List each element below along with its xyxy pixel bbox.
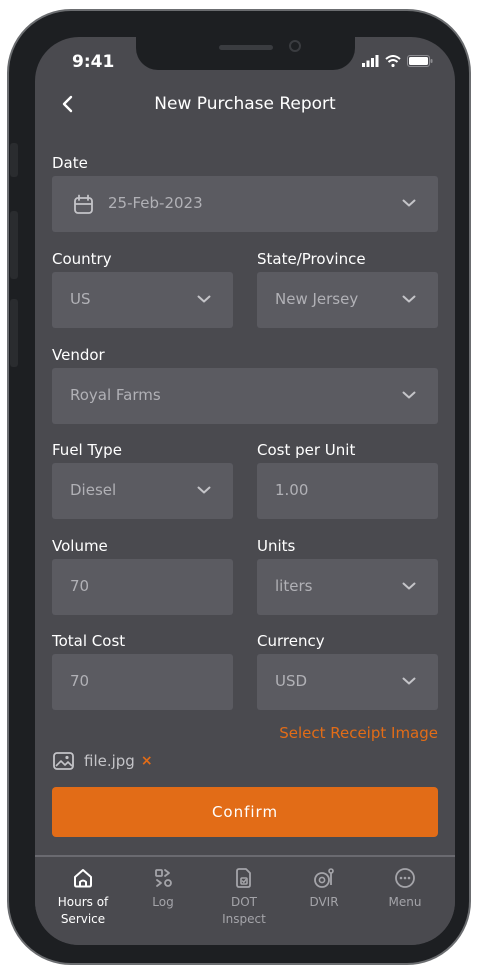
date-value: 25-Feb-2023	[108, 194, 203, 212]
home-icon	[74, 869, 92, 888]
date-label: Date	[52, 154, 88, 172]
select-receipt-image-link[interactable]: Select Receipt Image	[279, 724, 438, 742]
tab-hours-of-service[interactable]: Hours of Service	[43, 867, 123, 928]
state-label: State/Province	[257, 250, 366, 268]
tab-label: DVIR	[309, 895, 339, 909]
vendor-value: Royal Farms	[70, 386, 161, 404]
camera	[289, 40, 301, 52]
fuel-type-value: Diesel	[70, 481, 117, 499]
image-icon	[53, 752, 74, 770]
tab-label: Hours of	[57, 895, 109, 909]
chevron-down-icon	[402, 582, 416, 590]
log-icon	[155, 869, 172, 887]
country-value: US	[70, 290, 91, 308]
battery-icon	[407, 55, 433, 67]
cost-per-unit-input[interactable]: 1.00	[257, 463, 438, 519]
phone-side-button	[10, 211, 18, 279]
chevron-down-icon	[197, 486, 211, 494]
units-value: liters	[275, 577, 313, 595]
calendar-icon	[74, 194, 93, 214]
tab-label: DOT	[230, 895, 257, 909]
chevron-down-icon	[402, 391, 416, 399]
tab-label: Menu	[388, 895, 422, 909]
tab-label: Log	[152, 895, 174, 909]
date-field[interactable]: 25-Feb-2023	[52, 176, 438, 232]
state-value: New Jersey	[275, 290, 359, 308]
tab-menu[interactable]: Menu	[365, 867, 445, 911]
total-cost-value: 70	[70, 672, 90, 690]
chevron-down-icon	[402, 199, 416, 207]
chevron-down-icon	[402, 295, 416, 303]
status-icons	[362, 54, 433, 68]
currency-select[interactable]: USD	[257, 654, 438, 710]
phone-side-button	[10, 143, 18, 177]
country-label: Country	[52, 250, 112, 268]
fuel-type-label: Fuel Type	[52, 441, 122, 459]
vendor-label: Vendor	[52, 346, 105, 364]
dvir-icon	[314, 868, 334, 888]
total-cost-input[interactable]: 70	[52, 654, 233, 710]
attached-file: file.jpg ×	[53, 751, 153, 771]
header: New Purchase Report	[35, 89, 455, 121]
cost-per-unit-label: Cost per Unit	[257, 441, 356, 459]
bottom-tab-bar: Hours of Service Log DOT Inspect DVIR Me…	[35, 855, 455, 945]
chevron-down-icon	[402, 677, 416, 685]
inspect-icon	[236, 868, 251, 888]
chevron-down-icon	[197, 295, 211, 303]
confirm-button[interactable]: Confirm	[52, 787, 438, 837]
tab-dot-inspect[interactable]: DOT Inspect	[204, 867, 284, 928]
currency-value: USD	[275, 672, 308, 690]
tab-label: Inspect	[222, 912, 266, 926]
vendor-select[interactable]: Royal Farms	[52, 368, 438, 424]
volume-label: Volume	[52, 537, 108, 555]
fuel-type-select[interactable]: Diesel	[52, 463, 233, 519]
units-label: Units	[257, 537, 296, 555]
units-select[interactable]: liters	[257, 559, 438, 615]
speaker	[219, 45, 273, 50]
volume-value: 70	[70, 577, 90, 595]
state-select[interactable]: New Jersey	[257, 272, 438, 328]
notch	[136, 37, 355, 70]
status-time: 9:41	[72, 52, 115, 72]
phone-side-button	[10, 299, 18, 367]
total-cost-label: Total Cost	[52, 632, 126, 650]
remove-file-button[interactable]: ×	[141, 753, 153, 769]
signal-icon	[362, 55, 379, 67]
tab-label: Service	[60, 912, 106, 926]
wifi-icon	[385, 55, 401, 67]
tab-log[interactable]: Log	[123, 867, 203, 911]
tab-dvir[interactable]: DVIR	[284, 867, 364, 911]
page-title: New Purchase Report	[154, 94, 336, 114]
volume-input[interactable]: 70	[52, 559, 233, 615]
currency-label: Currency	[257, 632, 325, 650]
menu-icon	[395, 868, 415, 888]
file-name: file.jpg	[84, 752, 135, 770]
country-select[interactable]: US	[52, 272, 233, 328]
app-screen: 9:41 New Purchase Report Date 25-Feb-202…	[35, 37, 455, 945]
cost-per-unit-value: 1.00	[275, 481, 309, 499]
